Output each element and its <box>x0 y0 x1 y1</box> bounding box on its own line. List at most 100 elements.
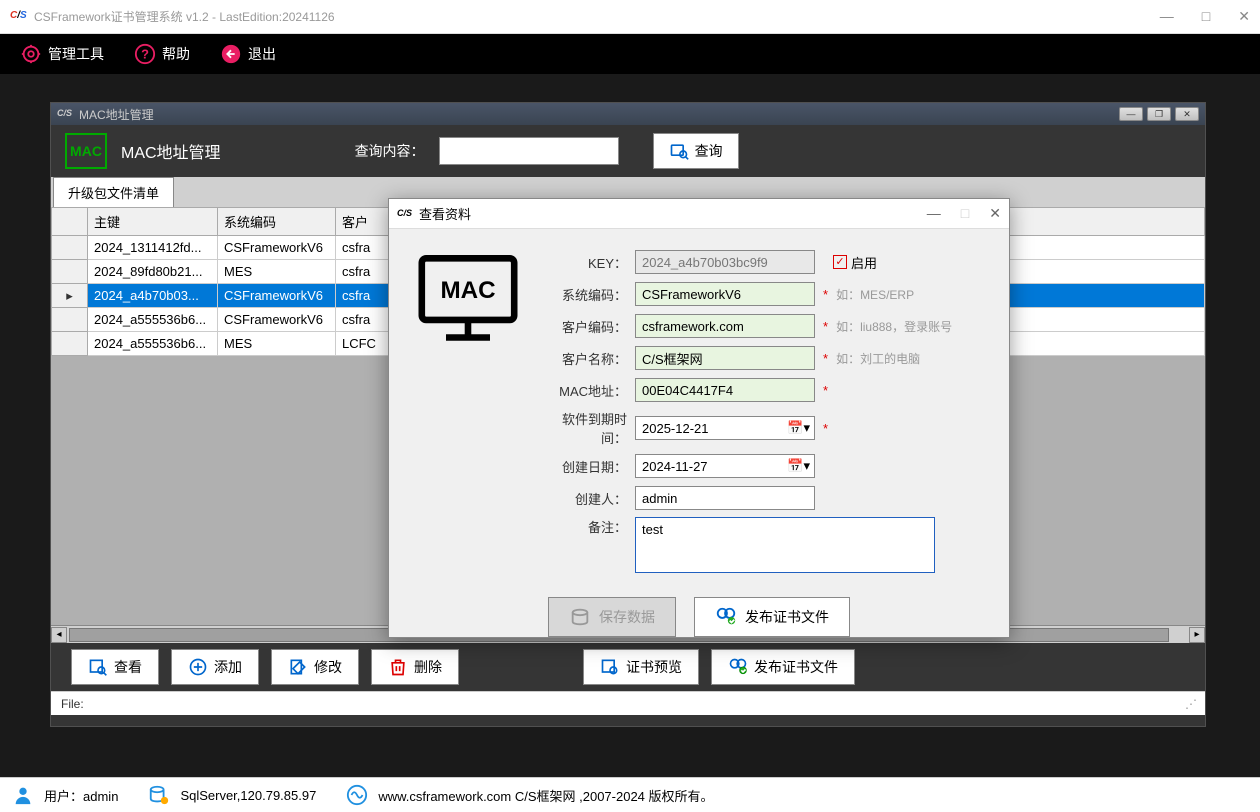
custcode-hint: 如：liu888，登录账号 <box>836 318 952 335</box>
view-button-label: 查看 <box>114 657 142 677</box>
expire-field[interactable]: 2025-12-21📅▾ <box>635 416 815 440</box>
preview-cert-button[interactable]: 证书预览 <box>583 649 699 685</box>
action-toolbar: 查看 添加 修改 删除 证书预览 发布证书文件 <box>51 643 1205 691</box>
delete-button[interactable]: 删除 <box>371 649 459 685</box>
scroll-left-arrow[interactable]: ◂ <box>51 627 67 643</box>
window-title: CSFramework证书管理系统 v1.2 - LastEdition:202… <box>34 8 335 25</box>
syscode-field[interactable] <box>635 282 815 306</box>
app-logo-icon: C/S <box>397 208 415 220</box>
required-marker: * <box>823 351 828 366</box>
column-syscode[interactable]: 系统编码 <box>218 208 336 236</box>
maximize-button[interactable]: □ <box>1202 8 1210 25</box>
column-pk[interactable]: 主键 <box>88 208 218 236</box>
menu-help[interactable]: ? 帮助 <box>134 43 190 65</box>
remark-field[interactable] <box>635 517 935 573</box>
row-header-column <box>52 208 88 236</box>
details-form: KEY： ✓ 启用 系统编码： * 如：MES/ERP 客户编码： * 如：li… <box>543 249 985 579</box>
tab-file-list[interactable]: 升级包文件清单 <box>53 177 174 207</box>
inner-titlebar: C/S MAC地址管理 — ❐ ✕ <box>51 103 1205 125</box>
creator-field[interactable] <box>635 486 815 510</box>
save-button-label: 保存数据 <box>599 607 655 627</box>
menu-help-label: 帮助 <box>162 44 190 64</box>
edit-icon <box>288 657 308 677</box>
gear-icon <box>20 43 42 65</box>
key-field <box>635 250 815 274</box>
required-marker: * <box>823 319 828 334</box>
custname-field[interactable] <box>635 346 815 370</box>
plus-icon <box>188 657 208 677</box>
publish-cert-button[interactable]: 发布证书文件 <box>711 649 855 685</box>
create-field[interactable]: 2024-11-27📅▾ <box>635 454 815 478</box>
main-titlebar: C/S CSFramework证书管理系统 v1.2 - LastEdition… <box>0 0 1260 34</box>
view-details-dialog: C/S 查看资料 — □ ✕ MAC KEY： ✓ 启用 系统编码： * <box>388 198 1010 638</box>
publish-button-label: 发布证书文件 <box>745 607 829 627</box>
search-input[interactable] <box>439 137 619 165</box>
required-marker: * <box>823 421 828 436</box>
dialog-titlebar: C/S 查看资料 — □ ✕ <box>389 199 1009 229</box>
add-button[interactable]: 添加 <box>171 649 259 685</box>
syscode-label: 系统编码： <box>543 285 627 304</box>
dialog-maximize-button: □ <box>961 205 969 222</box>
exit-icon <box>220 43 242 65</box>
mac-monitor-icon: MAC <box>413 249 523 349</box>
delete-button-label: 删除 <box>414 657 442 677</box>
main-menubar: 管理工具 ? 帮助 退出 <box>0 34 1260 74</box>
user-label: 用户：admin <box>44 786 118 805</box>
menu-exit-label: 退出 <box>248 44 276 64</box>
dialog-close-button[interactable]: ✕ <box>989 205 1001 222</box>
calendar-icon: 📅▾ <box>787 458 810 474</box>
enable-label: 启用 <box>851 253 877 272</box>
site-info: www.csframework.com C/S框架网 ,2007-2024 版权… <box>378 786 713 805</box>
edit-button-label: 修改 <box>314 657 342 677</box>
publish-icon <box>715 606 737 628</box>
creator-label: 创建人： <box>543 489 627 508</box>
menu-tools[interactable]: 管理工具 <box>20 43 104 65</box>
custcode-label: 客户编码： <box>543 317 627 336</box>
publish-cert-label: 发布证书文件 <box>754 657 838 677</box>
expire-label: 软件到期时间： <box>543 409 627 447</box>
minimize-button[interactable]: — <box>1160 8 1174 25</box>
inner-close-button[interactable]: ✕ <box>1175 107 1199 121</box>
search-button[interactable]: 查询 <box>653 133 739 169</box>
add-button-label: 添加 <box>214 657 242 677</box>
create-label: 创建日期： <box>543 457 627 476</box>
mac-label: MAC地址： <box>543 381 627 400</box>
dialog-minimize-button[interactable]: — <box>927 205 941 222</box>
app-logo: C/S <box>10 10 28 24</box>
scroll-right-arrow[interactable]: ▸ <box>1189 627 1205 643</box>
checkbox-icon: ✓ <box>833 255 847 269</box>
app-statusbar: 用户：admin SqlServer,120.79.85.97 www.csfr… <box>0 777 1260 812</box>
enable-checkbox[interactable]: ✓ 启用 <box>833 253 877 272</box>
publish-button[interactable]: 发布证书文件 <box>694 597 850 637</box>
svg-text:?: ? <box>141 47 149 62</box>
required-marker: * <box>823 287 828 302</box>
close-button[interactable]: ✕ <box>1238 8 1250 25</box>
inner-minimize-button[interactable]: — <box>1119 107 1143 121</box>
publish-icon <box>728 657 748 677</box>
search-icon <box>669 141 689 161</box>
dialog-title: 查看资料 <box>419 204 471 223</box>
calendar-icon: 📅▾ <box>787 420 810 436</box>
page-title: MAC地址管理 <box>121 139 221 163</box>
save-icon <box>569 606 591 628</box>
inner-statusbar: File: ⋰ <box>51 691 1205 715</box>
inner-restore-button[interactable]: ❐ <box>1147 107 1171 121</box>
mac-icon: MAC <box>65 133 107 169</box>
edit-button[interactable]: 修改 <box>271 649 359 685</box>
database-icon <box>148 784 170 806</box>
save-button: 保存数据 <box>548 597 676 637</box>
remark-label: 备注： <box>543 517 627 536</box>
mac-field[interactable] <box>635 378 815 402</box>
view-button[interactable]: 查看 <box>71 649 159 685</box>
search-label: 查询内容： <box>355 141 425 161</box>
inner-window-title: MAC地址管理 <box>79 106 154 123</box>
svg-text:MAC: MAC <box>440 277 495 304</box>
db-info: SqlServer,120.79.85.97 <box>180 788 316 803</box>
custcode-field[interactable] <box>635 314 815 338</box>
required-marker: * <box>823 383 828 398</box>
preview-cert-label: 证书预览 <box>626 657 682 677</box>
search-button-label: 查询 <box>695 141 723 161</box>
menu-exit[interactable]: 退出 <box>220 43 276 65</box>
help-icon: ? <box>134 43 156 65</box>
key-label: KEY： <box>543 253 627 272</box>
